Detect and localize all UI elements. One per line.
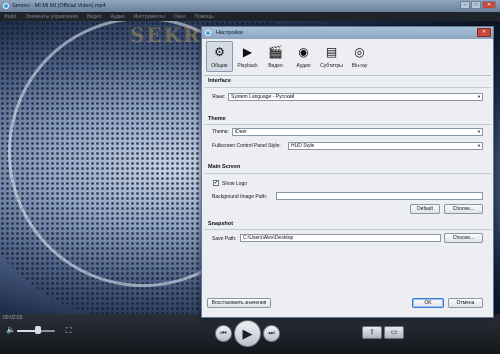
section-main-screen-title: Main Screen: [208, 164, 241, 170]
bg-image-path-input[interactable]: [276, 192, 483, 200]
dialog-app-icon: [205, 30, 211, 36]
tab-label: Субтитры: [320, 63, 343, 69]
tab-label: Blu-ray: [351, 63, 368, 69]
choose-bg-image-button[interactable]: Choose...: [444, 204, 483, 214]
share-button[interactable]: ⇪: [362, 326, 382, 339]
fullscreen-style-label: Fullscreen Control Panel Style:: [212, 143, 281, 149]
theme-select[interactable]: iDeer ▼: [232, 128, 483, 136]
show-logo-checkbox[interactable]: ✔: [213, 180, 219, 186]
close-window-button[interactable]: ✕: [482, 1, 496, 9]
tab-label: Общие: [211, 63, 228, 69]
show-logo-label: Show Logo: [222, 181, 248, 187]
section-divider: [204, 173, 491, 174]
ok-button[interactable]: OK: [412, 298, 444, 308]
bluray-icon: ◎: [354, 45, 365, 59]
choose-save-path-button[interactable]: Choose...: [444, 233, 483, 243]
timecode: 00:02:03: [3, 315, 23, 321]
cancel-button[interactable]: Отмена: [448, 298, 483, 308]
tabs-divider: [204, 75, 491, 76]
menu-audio[interactable]: Аудио: [111, 14, 125, 20]
next-button[interactable]: ⏭: [263, 325, 280, 342]
section-snapshot-title: Snapshot: [208, 221, 234, 227]
menu-window[interactable]: Окно: [174, 14, 186, 20]
app-logo-icon: [3, 3, 9, 9]
language-label: Язык:: [212, 94, 226, 100]
language-select[interactable]: System Language - Русский ▼: [228, 93, 483, 101]
menu-help[interactable]: Помощь: [194, 14, 213, 20]
clapperboard-icon: 🎬: [268, 45, 283, 59]
dialog-titlebar[interactable]: Настройки ✕: [202, 27, 493, 39]
volume-icon[interactable]: 🔈: [6, 326, 16, 334]
restore-defaults-button[interactable]: Восстановить значения: [207, 298, 271, 308]
fullscreen-icon[interactable]: ⛶: [64, 326, 73, 335]
minimize-button[interactable]: –: [460, 1, 470, 9]
save-path-input[interactable]: C:\Users\Alex\Desktop: [240, 234, 441, 242]
gear-icon: ⚙: [214, 45, 225, 59]
menu-tools[interactable]: Инструменты: [134, 14, 165, 20]
default-button[interactable]: Default: [410, 204, 440, 214]
fullscreen-style-value: HUD Style: [291, 143, 315, 149]
open-folder-button[interactable]: ▭: [384, 326, 404, 339]
play-button[interactable]: ▶: [234, 320, 261, 347]
tab-label: Аудио: [296, 63, 311, 69]
menu-video[interactable]: Видео: [87, 14, 102, 20]
tab-video[interactable]: 🎬 Видео: [262, 41, 289, 72]
section-divider: [204, 124, 491, 125]
save-path-label: Save Path:: [212, 236, 237, 242]
chevron-down-icon: ▼: [477, 143, 481, 148]
section-divider: [204, 229, 491, 230]
tab-label: Видео: [268, 63, 283, 69]
player-window-title: Senoro - MI MI MI (Official Video).mp4: [12, 3, 106, 9]
bg-image-label: Background Image Path:: [212, 194, 268, 200]
subtitles-icon: ▤: [325, 45, 338, 59]
window-controls: – □ ✕: [460, 1, 496, 9]
section-divider: [204, 87, 491, 88]
maximize-button[interactable]: □: [471, 1, 481, 9]
language-value: System Language - Русский: [231, 94, 295, 100]
menu-controls[interactable]: Элементы управления: [25, 14, 78, 20]
previous-button[interactable]: ⏮: [215, 325, 232, 342]
tab-subtitles[interactable]: ▤ Субтитры: [318, 41, 345, 72]
tab-bluray[interactable]: ◎ Blu-ray: [346, 41, 373, 72]
volume-knob[interactable]: [35, 326, 41, 334]
fullscreen-style-select[interactable]: HUD Style ▼: [288, 142, 483, 150]
section-interface-title: Interface: [208, 78, 231, 84]
section-theme-title: Theme: [208, 116, 226, 122]
player-titlebar[interactable]: Senoro - MI MI MI (Official Video).mp4 –…: [0, 0, 500, 12]
settings-dialog: Настройки ✕ ⚙ Общие ▶ Playback 🎬 Видео ◉…: [201, 26, 494, 318]
tab-label: Playback: [237, 63, 258, 69]
tab-audio[interactable]: ◉ Аудио: [290, 41, 317, 72]
player-menubar: Файл Элементы управления Видео Аудио Инс…: [0, 12, 500, 21]
theme-value: iDeer: [235, 129, 247, 135]
tab-general[interactable]: ⚙ Общие: [206, 41, 233, 72]
chevron-down-icon: ▼: [477, 94, 481, 99]
menu-file[interactable]: Файл: [4, 14, 16, 20]
video-camera-icon: ▶: [242, 45, 253, 59]
speaker-icon: ◉: [298, 45, 309, 59]
chevron-down-icon: ▼: [477, 129, 481, 134]
settings-tabs: ⚙ Общие ▶ Playback 🎬 Видео ◉ Аудио ▤ Суб…: [206, 41, 373, 73]
dialog-title: Настройки: [216, 30, 243, 36]
dialog-close-button[interactable]: ✕: [477, 28, 491, 37]
theme-label: Theme:: [212, 129, 229, 135]
tab-playback[interactable]: ▶ Playback: [234, 41, 261, 72]
